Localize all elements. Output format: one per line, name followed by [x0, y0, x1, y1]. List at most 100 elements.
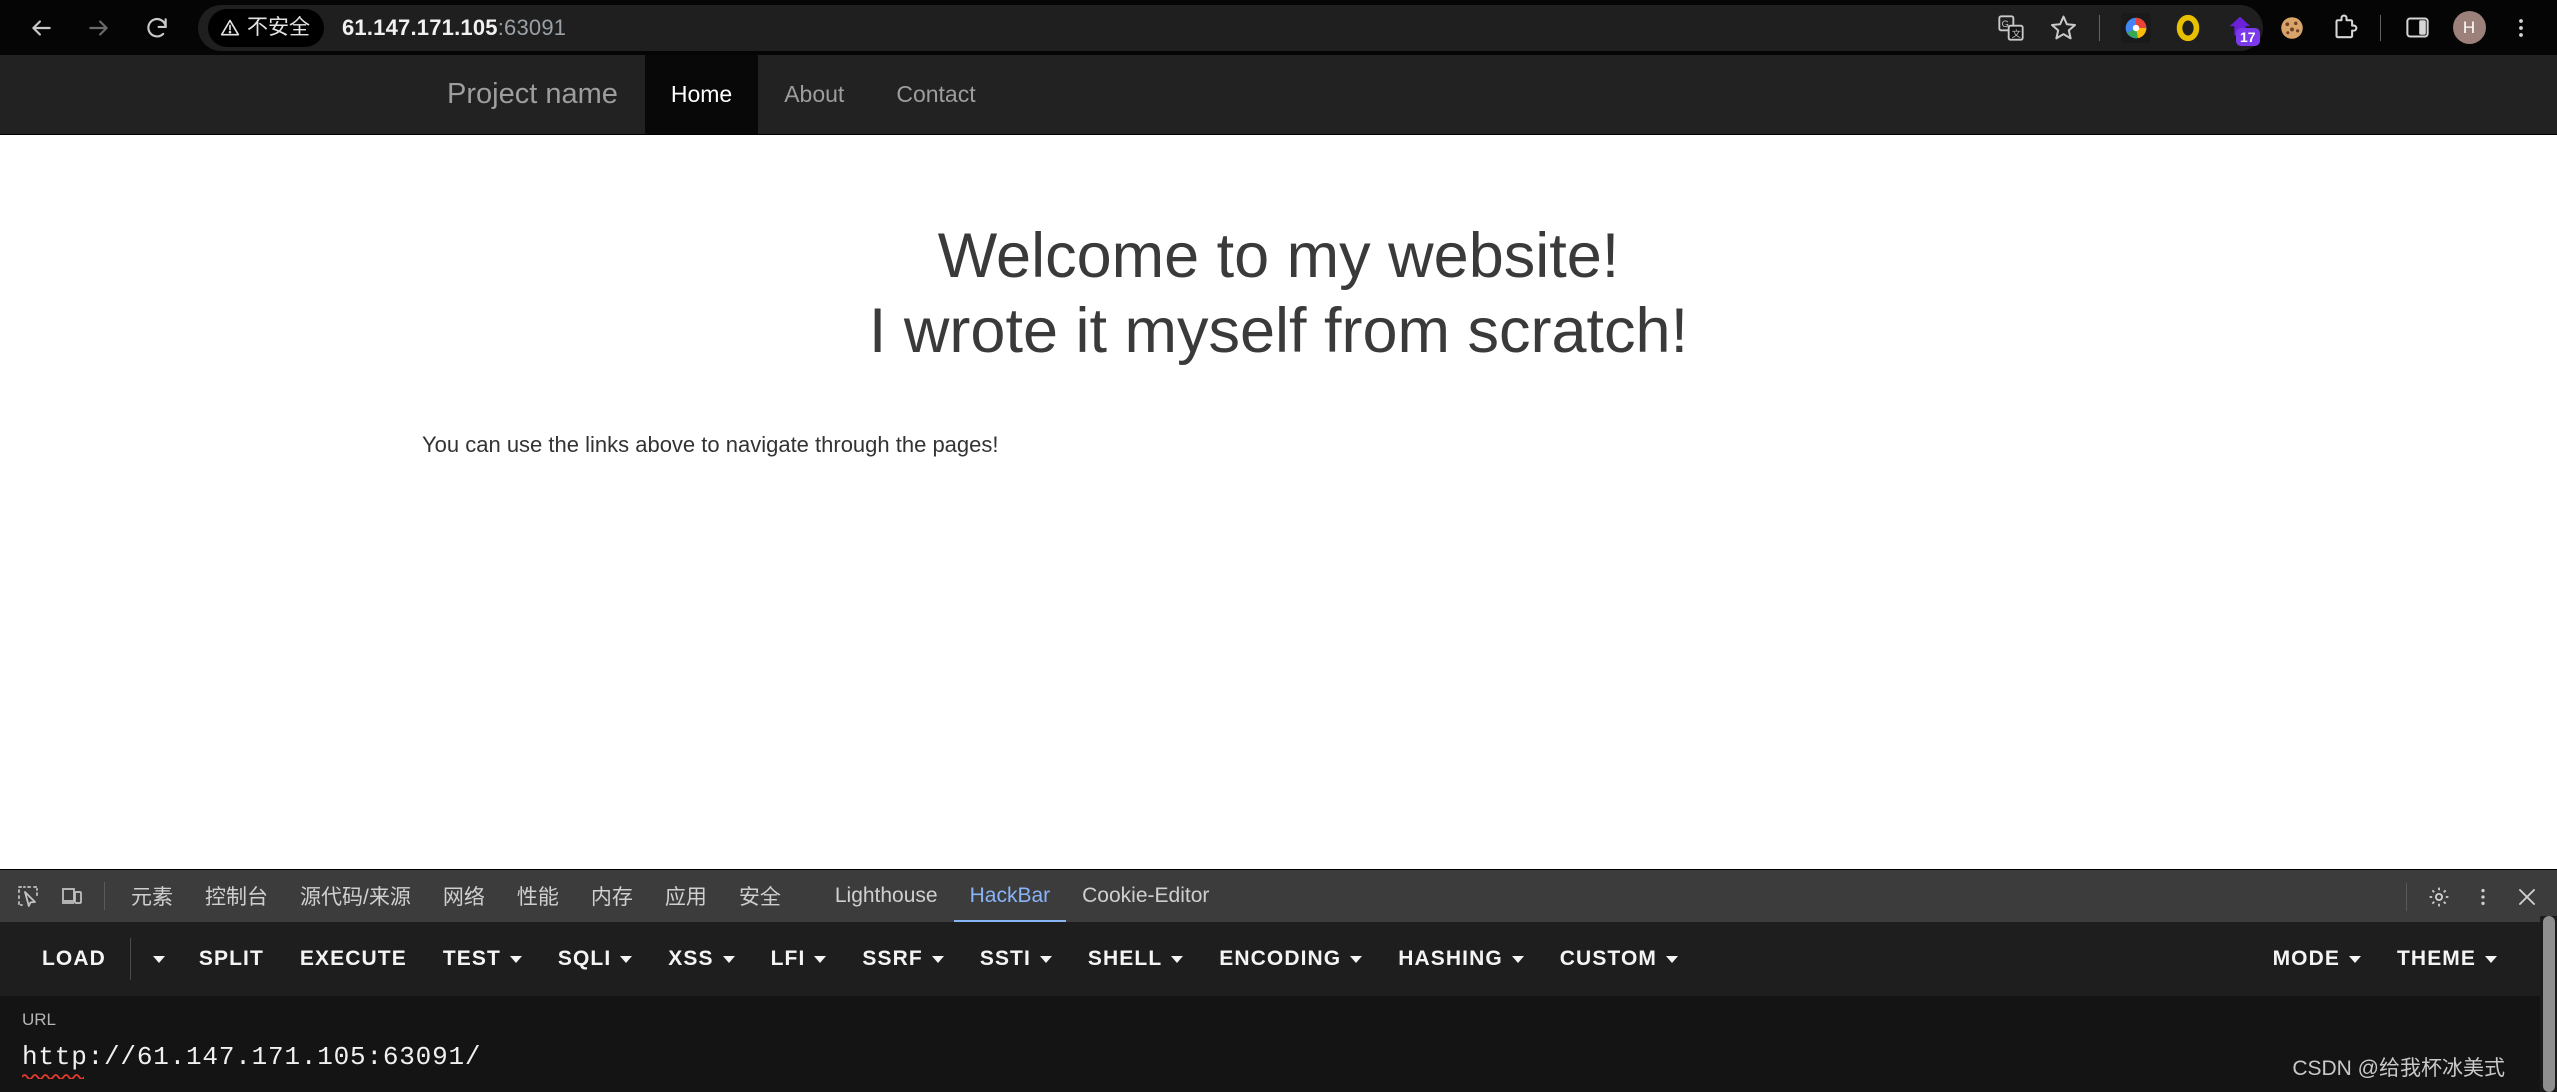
address-bar-url: 61.147.171.105:63091 [342, 15, 566, 41]
chevron-down-icon [1512, 956, 1524, 963]
extension-badge-count: 17 [2236, 28, 2260, 46]
gear-icon[interactable] [2417, 875, 2461, 919]
reload-button[interactable] [130, 1, 184, 55]
chevron-down-icon [620, 956, 632, 963]
csdn-watermark: CSDN @给我杯冰美式 [2292, 1052, 2505, 1082]
back-button[interactable] [14, 1, 68, 55]
hackbar-button-xss[interactable]: XSS [650, 933, 752, 985]
chrome-menu-icon[interactable] [2495, 2, 2547, 54]
hackbar-button-test[interactable]: TEST [425, 933, 540, 985]
url-field-label: URL [22, 1010, 2515, 1030]
hackbar-button-shell[interactable]: SHELL [1070, 933, 1201, 985]
toolbar-divider [2099, 15, 2100, 41]
security-status-chip[interactable]: 不安全 [208, 9, 324, 47]
forward-button[interactable] [72, 1, 126, 55]
warning-triangle-icon [220, 18, 240, 38]
hackbar-scrollbar-thumb[interactable] [2543, 916, 2555, 1092]
devtools-tab-lighthouse[interactable]: Lighthouse [819, 870, 954, 923]
chevron-down-icon [1350, 956, 1362, 963]
hackbar-button-theme[interactable]: THEME [2379, 933, 2515, 985]
reload-icon [144, 15, 170, 41]
inspect-element-icon[interactable] [6, 874, 50, 918]
hackbar-button-mode[interactable]: MODE [2255, 933, 2379, 985]
page-lead-text: You can use the links above to navigate … [422, 432, 2557, 458]
devtools-tab-memory[interactable]: 内存 [575, 870, 649, 923]
hackbar-panel: LOAD SPLIT EXECUTE TEST SQLI XSS LFI SSR… [0, 922, 2557, 996]
navigation-buttons [14, 1, 184, 55]
cookie-editor-extension-icon[interactable] [2266, 2, 2318, 54]
device-toolbar-icon[interactable] [50, 874, 94, 918]
hackbar-button-xss-label: XSS [668, 947, 713, 971]
avatar-initial: H [2453, 11, 2486, 44]
hackbar-button-mode-label: MODE [2273, 947, 2340, 971]
hackbar-button-ssti[interactable]: SSTI [962, 933, 1070, 985]
kebab-menu-icon[interactable] [2461, 875, 2505, 919]
devtools-tab-application[interactable]: 应用 [649, 870, 723, 923]
hackbar-button-sqli[interactable]: SQLI [540, 933, 650, 985]
hackbar-button-encoding-label: ENCODING [1219, 947, 1341, 971]
hackbar-load-dropdown[interactable] [137, 933, 181, 985]
page-title: Welcome to my website! I wrote it myself… [0, 135, 2557, 369]
chevron-down-icon [814, 956, 826, 963]
hackbar-toolbar: LOAD SPLIT EXECUTE TEST SQLI XSS LFI SSR… [0, 922, 2557, 996]
hackbar-button-custom[interactable]: CUSTOM [1542, 933, 1696, 985]
devtools-tab-security[interactable]: 安全 [723, 870, 797, 923]
nav-link-home[interactable]: Home [645, 55, 758, 134]
devtools-tabbar-actions [2396, 870, 2549, 923]
avatar[interactable]: H [2443, 2, 2495, 54]
proxy-switchy-extension-icon[interactable]: 17 [2214, 2, 2266, 54]
spellcheck-underline [22, 1072, 84, 1079]
extensions-puzzle-icon[interactable] [2318, 2, 2370, 54]
hackbar-button-shell-label: SHELL [1088, 947, 1162, 971]
ring-extension-icon[interactable] [2162, 2, 2214, 54]
chevron-down-icon [1040, 956, 1052, 963]
chevron-down-icon [723, 956, 735, 963]
chevron-down-icon [510, 956, 522, 963]
arrow-right-icon [86, 15, 112, 41]
url-input[interactable]: http://61.147.171.105:63091/ [22, 1042, 481, 1072]
hackbar-button-split[interactable]: SPLIT [181, 933, 282, 985]
devtools-tab-elements[interactable]: 元素 [115, 870, 189, 923]
page-title-line2: I wrote it myself from scratch! [869, 296, 1688, 366]
hackbar-button-ssrf[interactable]: SSRF [844, 933, 961, 985]
nav-link-about[interactable]: About [758, 55, 870, 134]
devtools-tab-network[interactable]: 网络 [427, 870, 501, 923]
close-icon[interactable] [2505, 875, 2549, 919]
browser-toolbar-icons: G 文 [1985, 0, 2547, 55]
arrow-left-icon [28, 15, 54, 41]
chevron-down-icon [1171, 956, 1183, 963]
address-bar[interactable]: 不安全 61.147.171.105:63091 [198, 5, 2263, 51]
hackbar-button-ssrf-label: SSRF [862, 947, 922, 971]
wappalyzer-extension-icon[interactable] [2110, 2, 2162, 54]
hackbar-button-encoding[interactable]: ENCODING [1201, 933, 1380, 985]
navbar-brand[interactable]: Project name [420, 55, 645, 134]
hackbar-button-execute[interactable]: EXECUTE [282, 933, 425, 985]
chevron-down-icon [1666, 956, 1678, 963]
nav-link-contact[interactable]: Contact [870, 55, 1001, 134]
hackbar-button-load[interactable]: LOAD [24, 933, 124, 985]
side-panel-icon[interactable] [2391, 2, 2443, 54]
toolbar-divider-2 [2380, 15, 2381, 41]
translate-icon[interactable]: G 文 [1985, 2, 2037, 54]
devtools-tab-console[interactable]: 控制台 [189, 870, 284, 923]
hackbar-button-lfi[interactable]: LFI [753, 933, 845, 985]
hackbar-button-test-label: TEST [443, 947, 501, 971]
devtools-divider [104, 882, 105, 910]
chevron-down-icon [2485, 956, 2497, 963]
bookmark-star-icon[interactable] [2037, 2, 2089, 54]
browser-toolbar: 不安全 61.147.171.105:63091 G 文 [0, 0, 2557, 55]
hackbar-button-ssti-label: SSTI [980, 947, 1031, 971]
url-port: :63091 [498, 15, 567, 40]
devtools-divider-right [2406, 883, 2407, 911]
site-navbar: Project name Home About Contact [0, 55, 2557, 135]
devtools-tab-cookie-editor[interactable]: Cookie-Editor [1066, 870, 1225, 923]
hackbar-load-divider [130, 938, 131, 980]
hackbar-button-lfi-label: LFI [771, 947, 806, 971]
devtools-tabbar: 元素 控制台 源代码/来源 网络 性能 内存 应用 安全 Lighthouse … [0, 869, 2557, 922]
hackbar-button-hashing[interactable]: HASHING [1380, 933, 1542, 985]
devtools-tab-sources[interactable]: 源代码/来源 [284, 870, 427, 923]
devtools-tab-hackbar[interactable]: HackBar [954, 870, 1067, 923]
devtools-tab-performance[interactable]: 性能 [501, 870, 575, 923]
page-title-line1: Welcome to my website! [938, 221, 1620, 291]
hackbar-scrollbar[interactable] [2540, 916, 2557, 1092]
